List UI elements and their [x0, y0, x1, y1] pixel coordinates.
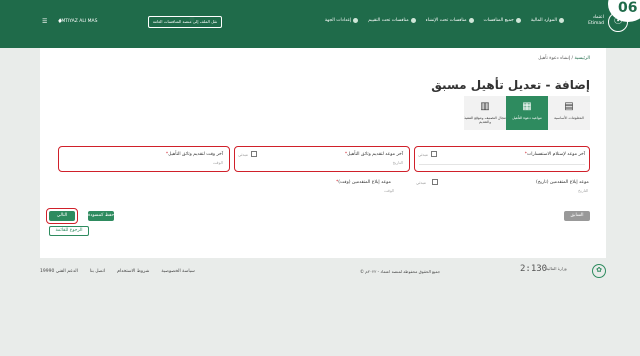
notify-time-label: موعد إبلاغ المتقدمين (وقت)*	[336, 180, 391, 185]
footer-links: الدعم الفني 19990 اتصل بنا شروط الاستخدا…	[40, 269, 195, 274]
step-basic-info[interactable]: ▤ المعلومات الأساسية	[548, 96, 590, 130]
calendar-icon: ▦	[522, 101, 532, 112]
nav-item-draft-tenders[interactable]: منافسات تحت الإنشاء	[426, 18, 474, 23]
inquiry-date-input[interactable]	[419, 164, 585, 165]
notify-date-input[interactable]: التاريخ	[578, 188, 588, 193]
nav-label: جميع المنافسات	[483, 18, 514, 23]
submission-tentative-checkbox[interactable]	[251, 151, 257, 157]
breadcrumb: الرئيسية / إنشاء دعوة تأهيل	[538, 56, 590, 61]
nav-label: منافسات تحت الإنشاء	[425, 18, 467, 23]
nav-label: الموارد المالية	[530, 18, 557, 23]
notify-tentative-label: مبدئي	[416, 180, 426, 185]
nav-dot-icon	[559, 18, 564, 23]
nav-dot-icon	[515, 18, 521, 23]
header-row: ☉ اعتماد Etimad الموارد المالية جميع الم…	[0, 12, 640, 34]
nav-label: منافسات تحت التقييم	[368, 18, 409, 23]
content-card: الرئيسية / إنشاء دعوة تأهيل إضافة - تعدي…	[40, 48, 606, 258]
submission-tentative-label: مبدئي	[238, 152, 248, 157]
page-title: إضافة - تعديل تأهيل مسبق	[431, 78, 590, 92]
step-label: مجال التصنيف وموقع التنفيذ والتقديم	[464, 116, 506, 124]
inquiry-tentative-checkbox[interactable]	[431, 151, 437, 157]
top-header: ☉ اعتماد Etimad الموارد المالية جميع الم…	[0, 0, 640, 48]
etimad-footer-logo-icon: ✿	[592, 264, 606, 278]
return-to-list-button[interactable]: الرجوع للقائمة	[49, 226, 89, 236]
inquiry-deadline-group: آخر موعد لإستلام الاستفسارات* مبدئي	[414, 146, 590, 172]
next-button[interactable]: التالي	[49, 211, 75, 221]
nav-label: إعدادات الجهة	[324, 18, 352, 23]
document-icon: ▤	[564, 101, 574, 112]
switch-platform-button[interactable]: نقل الملف إلى منصة المنافسات العامة	[148, 16, 222, 28]
notify-tentative-checkbox[interactable]	[432, 179, 438, 185]
nav-item-all-tenders[interactable]: جميع المنافسات	[484, 18, 521, 23]
ministry-logo: وزارة المالية	[546, 266, 567, 271]
nav-item-evaluation[interactable]: منافسات تحت التقييم	[368, 18, 416, 23]
nav-dot-icon	[410, 18, 416, 23]
notify-date-label: موعد إبلاغ المتقدمين (تاريخ)	[536, 180, 589, 185]
submission-time-label: آخر وقت لتقديم وثائق التأهيل*	[165, 152, 223, 157]
back-button[interactable]: السابق	[564, 211, 590, 221]
step-dates[interactable]: ▦ مواعيد دعوة التأهيل	[506, 96, 548, 130]
logo-text: اعتماد Etimad	[588, 15, 604, 26]
step-label: المعلومات الأساسية	[554, 116, 584, 120]
step-classification[interactable]: ▥ مجال التصنيف وموقع التنفيذ والتقديم	[464, 96, 506, 130]
support-number[interactable]: الدعم الفني 19990	[40, 269, 78, 274]
footer-link-privacy[interactable]: سياسة الخصوصية	[161, 269, 194, 274]
inquiry-deadline-label: آخر موعد لإستلام الاستفسارات*	[524, 152, 585, 157]
submission-time-input[interactable]: الوقت	[213, 160, 223, 165]
submission-deadline-label: آخر موعد لتقديم وثائق التأهيل*	[344, 152, 403, 157]
submission-time-group: آخر وقت لتقديم وثائق التأهيل* الوقت	[58, 146, 230, 172]
save-draft-button[interactable]: حفظ كمسودة	[88, 211, 114, 221]
menu-icon[interactable]: ☰ ♦	[42, 18, 67, 25]
building-icon: ▥	[480, 101, 490, 112]
nav-dot-icon	[468, 18, 474, 23]
nav-item-finance[interactable]: الموارد المالية	[531, 18, 564, 23]
breadcrumb-home[interactable]: الرئيسية	[575, 56, 591, 61]
notify-time-input[interactable]: الوقت	[384, 188, 394, 193]
nav-item-settings[interactable]: إعدادات الجهة	[324, 18, 359, 23]
copyright-text: © جميع الحقوق محفوظة لمنصة اعتماد - ٢٠٢٢…	[360, 269, 441, 274]
inquiry-tentative-label: مبدئي	[418, 152, 428, 157]
nav-dot-icon	[353, 18, 359, 23]
breadcrumb-current: إنشاء دعوة تأهيل	[538, 56, 571, 61]
footer-link-terms[interactable]: شروط الاستخدام	[117, 269, 149, 274]
footer-link-contact[interactable]: اتصل بنا	[90, 269, 105, 274]
footer: الدعم الفني 19990 اتصل بنا شروط الاستخدا…	[0, 262, 640, 282]
submission-date-input[interactable]: التاريخ	[393, 160, 403, 165]
wizard-steps: ▤ المعلومات الأساسية ▦ مواعيد دعوة التأهيل…	[464, 96, 590, 130]
footer-clock: 2:130	[520, 264, 548, 274]
submission-deadline-group: آخر موعد لتقديم وثائق التأهيل* مبدئي الت…	[234, 146, 410, 172]
main-nav: الموارد المالية جميع المنافسات منافسات ت…	[325, 18, 564, 23]
step-label: مواعيد دعوة التأهيل	[512, 116, 542, 120]
